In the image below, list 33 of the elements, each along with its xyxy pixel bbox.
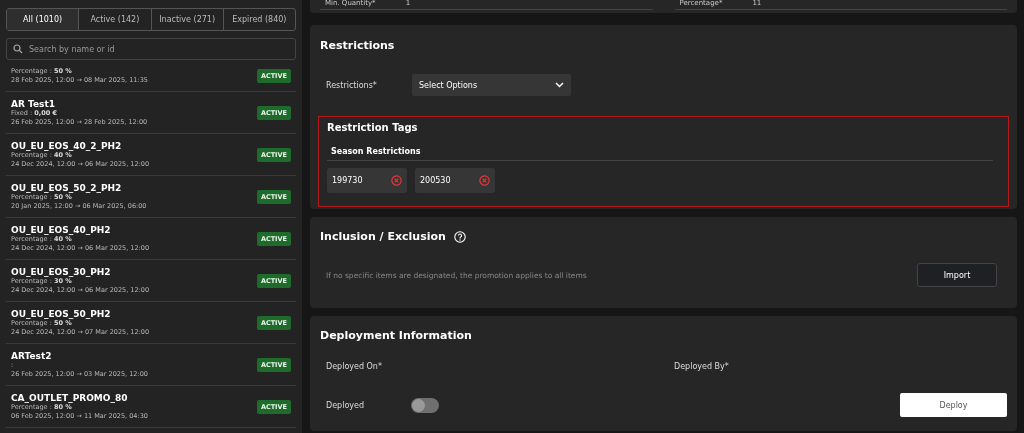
- promotion-name: AR Test1: [11, 98, 56, 109]
- filter-tab[interactable]: Inactive (271): [150, 9, 223, 30]
- filter-tab[interactable]: All (1010): [7, 9, 79, 30]
- chevron-down-icon: [555, 82, 564, 88]
- section-title: Deployment Information: [320, 329, 473, 342]
- import-button[interactable]: Import: [917, 263, 997, 287]
- filter-tab[interactable]: Expired (840): [222, 9, 295, 30]
- filter-tab[interactable]: Active (142): [78, 9, 151, 30]
- deployed-toggle[interactable]: [411, 397, 439, 413]
- panel-title: Restriction Tags: [327, 122, 419, 133]
- promotion-name: OU_EU_EOS_50_PH2: [11, 308, 112, 319]
- promotion-name: ARTest2: [11, 350, 53, 361]
- field-label: Deployed By*: [674, 362, 730, 371]
- deploy-button[interactable]: Deploy: [900, 393, 1007, 417]
- section-title: Inclusion / Exclusion: [320, 230, 446, 243]
- promotion-name: CA_OUTLET_PROMO_80: [11, 392, 129, 403]
- promotion-name: OU_EU_EOS_40_2_PH2: [11, 140, 123, 151]
- field-label: Deployed: [326, 400, 365, 410]
- restrictions-dropdown[interactable]: Select Options: [412, 74, 571, 96]
- help-icon[interactable]: [453, 230, 466, 243]
- promotion-name: OU_EU_EOS_50_2_PH2: [11, 182, 123, 193]
- promotion-name: OU_EU_EOS_40_PH2: [11, 224, 112, 235]
- tag-label: 199730: [332, 176, 363, 185]
- tag-label: 200530: [420, 176, 451, 185]
- remove-icon[interactable]: [391, 175, 402, 186]
- field-label: Restrictions*: [326, 80, 378, 90]
- promotion-name: OU_EU_EOS_30_PH2: [11, 266, 112, 277]
- group-title: Season Restrictions: [327, 147, 993, 161]
- field-label: Deployed On*: [326, 362, 383, 371]
- remove-icon[interactable]: [479, 175, 490, 186]
- section-title: Restrictions: [320, 39, 396, 52]
- search-icon: [13, 44, 23, 54]
- search-field[interactable]: Search by name or id: [6, 38, 296, 60]
